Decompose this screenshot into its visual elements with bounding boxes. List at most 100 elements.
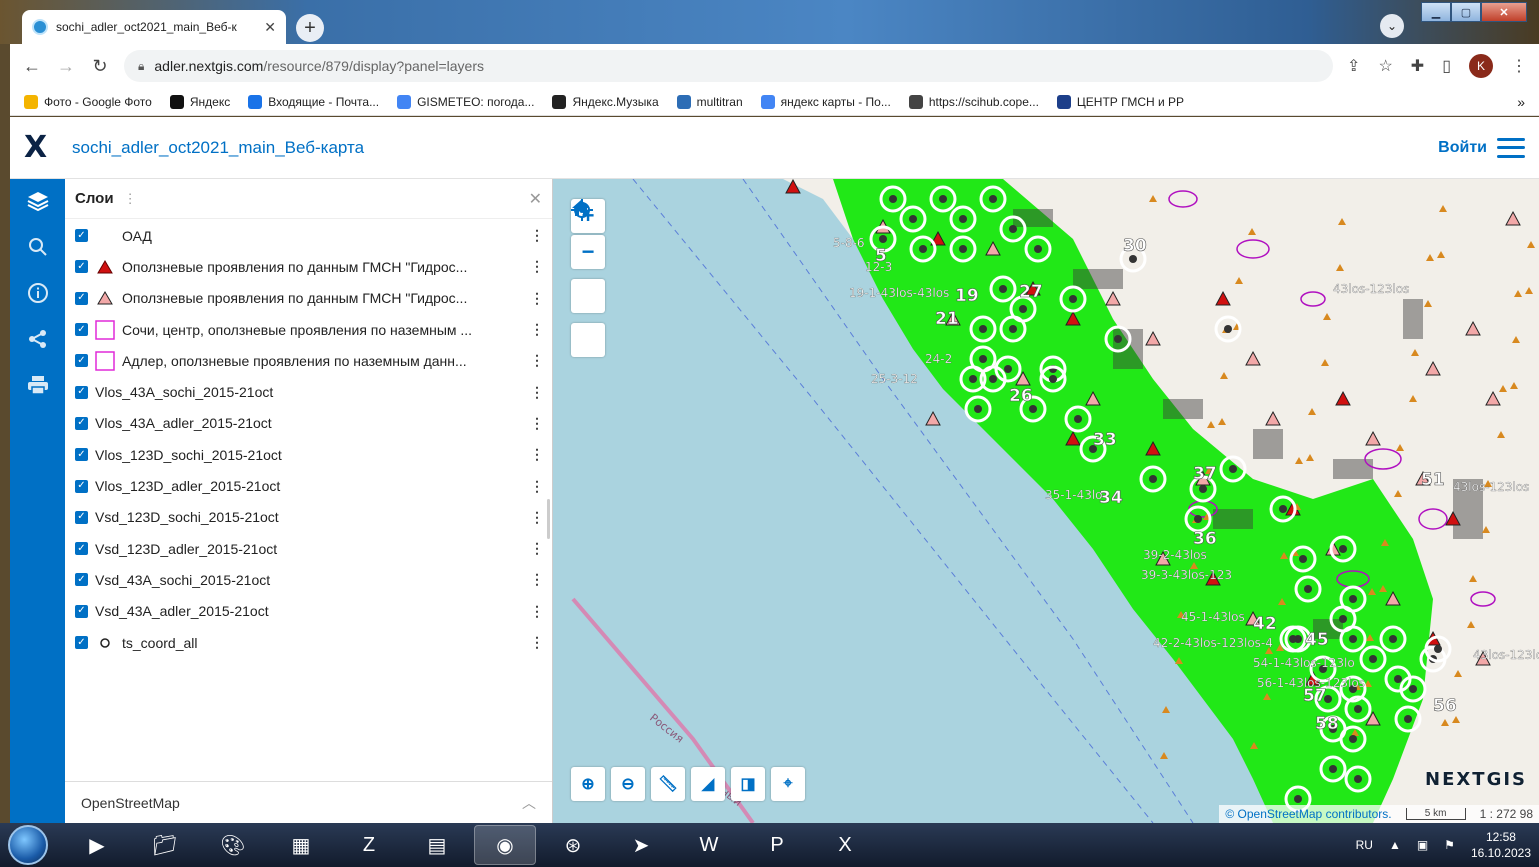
- layer-item[interactable]: ✓ Vlos_43A_sochi_2015-21oct ⋮: [65, 376, 552, 407]
- layer-menu-icon[interactable]: ⋮: [530, 258, 544, 275]
- layer-item[interactable]: ✓ Сочи, центр, оползневые проявления по н…: [65, 314, 552, 345]
- chevron-up-icon[interactable]: ︿: [522, 793, 536, 813]
- layer-checkbox[interactable]: ✓: [75, 416, 88, 430]
- login-button[interactable]: Войти: [1438, 137, 1525, 158]
- bookmark-item[interactable]: Яндекс.Музыка: [552, 94, 659, 109]
- zoom-app-icon[interactable]: Z: [338, 825, 400, 865]
- browser-menu-icon[interactable]: ⋮: [1511, 56, 1527, 76]
- bookmark-item[interactable]: GISMETEO: погода...: [397, 94, 534, 109]
- layer-menu-icon[interactable]: ⋮: [530, 290, 544, 307]
- minimize-button[interactable]: ▁: [1421, 2, 1451, 22]
- layer-checkbox[interactable]: ✓: [75, 323, 88, 337]
- layer-checkbox[interactable]: ✓: [75, 479, 88, 493]
- layer-menu-icon[interactable]: ⋮: [530, 321, 544, 338]
- layers-icon[interactable]: [26, 189, 50, 213]
- start-button[interactable]: [8, 825, 48, 865]
- bookmark-item[interactable]: Яндекс: [169, 94, 230, 109]
- layer-item[interactable]: ✓ ОАД ⋮: [65, 220, 552, 251]
- bookmark-item[interactable]: multitran: [676, 94, 743, 109]
- reload-icon[interactable]: ↻: [90, 56, 110, 77]
- search-icon[interactable]: [26, 235, 50, 259]
- extensions-icon[interactable]: ✚: [1411, 56, 1424, 76]
- layer-item[interactable]: ✓ Vlos_123D_sochi_2015-21oct ⋮: [65, 439, 552, 470]
- network-icon[interactable]: ▣: [1417, 838, 1428, 852]
- chrome-icon[interactable]: ◉: [474, 825, 536, 865]
- layer-checkbox[interactable]: ✓: [75, 260, 88, 274]
- ruler-icon[interactable]: 📏︎: [651, 767, 685, 801]
- star-icon[interactable]: ☆: [1378, 56, 1392, 76]
- layer-menu-icon[interactable]: ⋮: [530, 603, 544, 620]
- layer-item[interactable]: ✓ Vlos_123D_adler_2015-21oct ⋮: [65, 470, 552, 501]
- layer-menu-icon[interactable]: ⋮: [530, 509, 544, 526]
- bookmark-item[interactable]: Фото - Google Фото: [24, 94, 152, 109]
- vpn-icon[interactable]: ⊛: [542, 825, 604, 865]
- share-icon[interactable]: ⇪: [1347, 56, 1360, 76]
- info-icon[interactable]: [26, 281, 50, 305]
- layer-item[interactable]: ✓ Оползневые проявления по данным ГМСН "Г…: [65, 251, 552, 282]
- osm-attribution-link[interactable]: © OpenStreetMap contributors.: [1225, 807, 1391, 821]
- layer-menu-icon[interactable]: ⋮: [530, 478, 544, 495]
- new-tab-button[interactable]: +: [296, 14, 324, 42]
- action-center-flag-icon[interactable]: ⚑: [1444, 838, 1455, 852]
- close-window-button[interactable]: ✕: [1481, 2, 1527, 22]
- share-icon[interactable]: [26, 327, 50, 351]
- layer-checkbox[interactable]: ✓: [75, 354, 88, 368]
- tray-expand-icon[interactable]: ▲: [1389, 838, 1401, 852]
- layer-item[interactable]: ✓ Vsd_43A_sochi_2015-21oct ⋮: [65, 564, 552, 595]
- hamburger-menu-icon[interactable]: [1497, 137, 1525, 158]
- zoom-in-tool-icon[interactable]: ⊕: [571, 767, 605, 801]
- excel-icon[interactable]: X: [814, 825, 876, 865]
- layer-checkbox[interactable]: ✓: [75, 510, 88, 524]
- bookmarks-more-button[interactable]: »: [1517, 94, 1525, 110]
- media-player-icon[interactable]: ▶: [66, 825, 128, 865]
- language-indicator[interactable]: RU: [1356, 838, 1373, 852]
- layer-menu-icon[interactable]: ⋮: [530, 352, 544, 369]
- layer-checkbox[interactable]: ✓: [75, 448, 88, 462]
- layer-checkbox[interactable]: ✓: [75, 636, 88, 649]
- swipe-compare-icon[interactable]: ◨: [731, 767, 765, 801]
- layer-checkbox[interactable]: ✓: [75, 604, 88, 618]
- bookmark-item[interactable]: https://scihub.cope...: [908, 94, 1039, 109]
- profile-avatar[interactable]: K: [1469, 54, 1493, 78]
- browser-tab-active[interactable]: sochi_adler_oct2021_main_Веб-к ✕: [22, 10, 286, 44]
- zoom-out-tool-icon[interactable]: ⊖: [611, 767, 645, 801]
- layer-checkbox[interactable]: ✓: [75, 229, 88, 243]
- home-button[interactable]: [571, 200, 605, 313]
- layer-menu-icon[interactable]: ⋮: [530, 415, 544, 432]
- tab-search-icon[interactable]: ⌄: [1380, 14, 1404, 38]
- clock[interactable]: 12:58 16.10.2023: [1471, 829, 1531, 861]
- layer-checkbox[interactable]: ✓: [75, 542, 88, 556]
- layer-item[interactable]: ✓ ts_coord_all ⋮: [65, 627, 552, 658]
- layer-item[interactable]: ✓ Vlos_43A_adler_2015-21oct ⋮: [65, 408, 552, 439]
- sidepanel-icon[interactable]: ▯: [1442, 56, 1451, 76]
- layer-item[interactable]: ✓ Vsd_43A_adler_2015-21oct ⋮: [65, 596, 552, 627]
- file-explorer-icon[interactable]: 📁︎: [134, 825, 196, 865]
- layer-menu-icon[interactable]: ⋮: [530, 571, 544, 588]
- forward-arrow-icon[interactable]: →: [56, 56, 76, 77]
- bookmark-item[interactable]: Входящие - Почта...: [248, 94, 379, 109]
- telegram-icon[interactable]: ➤: [610, 825, 672, 865]
- zoom-out-button[interactable]: −: [571, 235, 605, 269]
- layer-checkbox[interactable]: ✓: [75, 573, 88, 587]
- identify-crosshair-icon[interactable]: ⌖: [771, 767, 805, 801]
- area-measure-icon[interactable]: ◢: [691, 767, 725, 801]
- calculator-icon[interactable]: ▤: [406, 825, 468, 865]
- panel-resize-handle[interactable]: [547, 499, 550, 539]
- layer-menu-icon[interactable]: ⋮: [530, 446, 544, 463]
- layer-menu-icon[interactable]: ⋮: [530, 540, 544, 557]
- close-panel-icon[interactable]: ✕: [529, 189, 542, 209]
- powerpoint-icon[interactable]: P: [746, 825, 808, 865]
- layer-checkbox[interactable]: ✓: [75, 385, 88, 399]
- maximize-button[interactable]: ▢: [1451, 2, 1481, 22]
- office-icon[interactable]: ▦: [270, 825, 332, 865]
- print-icon[interactable]: [26, 373, 50, 397]
- basemap-selector[interactable]: OpenStreetMap ︿: [65, 781, 552, 823]
- locate-button[interactable]: [571, 199, 605, 357]
- map-canvas[interactable]: 51921262730333436374245515657585-8-612-3…: [553, 179, 1539, 823]
- panel-options-icon[interactable]: ⋮: [124, 191, 137, 207]
- layer-item[interactable]: ✓ Vsd_123D_sochi_2015-21oct ⋮: [65, 502, 552, 533]
- layer-checkbox[interactable]: ✓: [75, 291, 88, 305]
- close-tab-icon[interactable]: ✕: [264, 19, 276, 36]
- layer-item[interactable]: ✓ Vsd_123D_adler_2015-21oct ⋮: [65, 533, 552, 564]
- layer-menu-icon[interactable]: ⋮: [530, 634, 544, 651]
